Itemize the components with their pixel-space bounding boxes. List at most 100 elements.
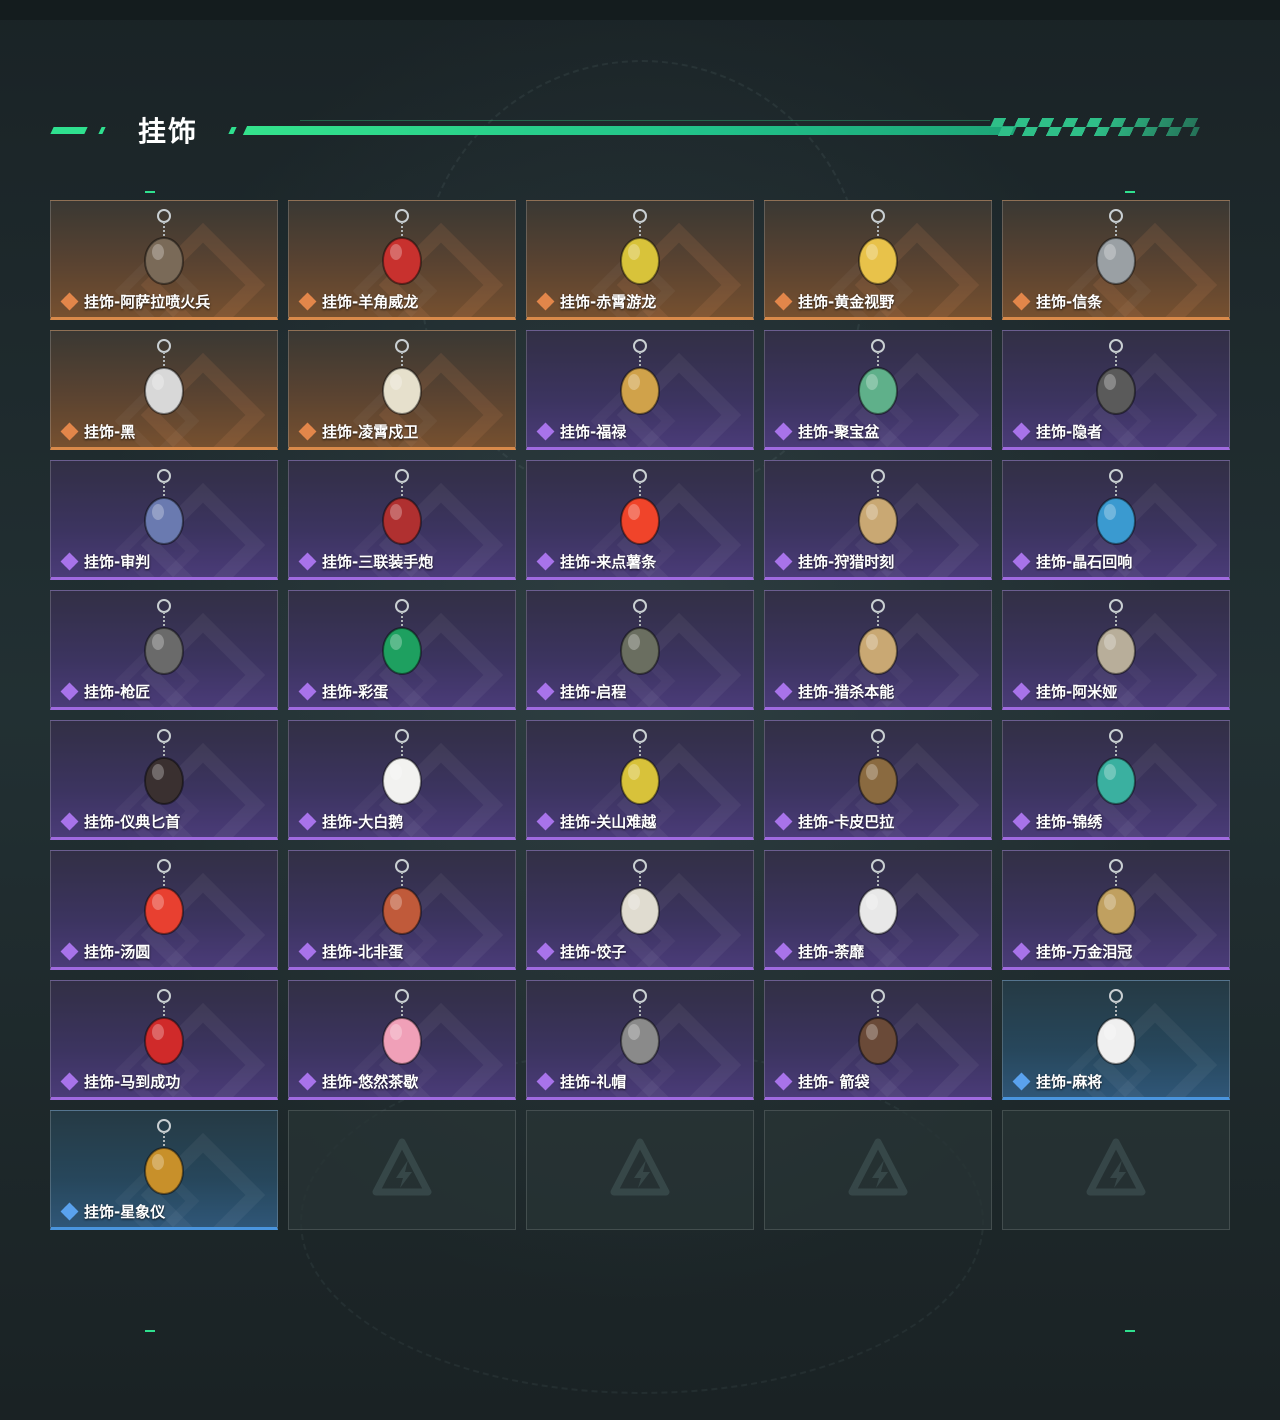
rarity-diamond-icon [536,292,555,311]
charm-card[interactable]: 挂饰-凌霄戍卫 [288,330,516,450]
charm-name: 挂饰- 箭袋 [798,1073,870,1091]
rarity-diamond-icon [774,682,793,701]
hat-charm-icon [620,989,660,1065]
charm-card[interactable]: 挂饰-麻将 [1002,980,1230,1100]
rarity-diamond-icon [60,422,79,441]
rarity-diamond-icon [536,682,555,701]
charm-card[interactable]: 挂饰-锦绣 [1002,720,1230,840]
rarity-diamond-icon [774,812,793,831]
charm-card[interactable]: 挂饰-万金泪冠 [1002,850,1230,970]
rarity-diamond-icon [298,1072,317,1091]
charm-card[interactable]: 挂饰-隐者 [1002,330,1230,450]
charm-card[interactable]: 挂饰-黄金视野 [764,200,992,320]
empty-slot [764,1110,992,1230]
charm-card[interactable]: 挂饰-北非蛋 [288,850,516,970]
charm-card[interactable]: 挂饰-彩蛋 [288,590,516,710]
charm-name: 挂饰-仪典匕首 [84,813,181,831]
tangyuan-charm-icon [144,859,184,935]
charm-card[interactable]: 挂饰-汤圆 [50,850,278,970]
rarity-diamond-icon [1012,682,1031,701]
charm-card[interactable]: 挂饰-来点薯条 [526,460,754,580]
crown-burger-charm-icon [1096,859,1136,935]
treasure-bowl-charm-icon [858,339,898,415]
charm-card[interactable]: 挂饰-枪匠 [50,590,278,710]
antler-charm-icon [858,469,898,545]
rarity-diamond-icon [298,812,317,831]
charm-card[interactable]: 挂饰-信条 [1002,200,1230,320]
charm-card[interactable]: 挂饰-羊角威龙 [288,200,516,320]
rarity-diamond-icon [60,292,79,311]
charm-card[interactable]: 挂饰-礼帽 [526,980,754,1100]
charm-card[interactable]: 挂饰-大白鹅 [288,720,516,840]
charm-name: 挂饰-大白鹅 [322,813,404,831]
rarity-diamond-icon [1012,292,1031,311]
charm-card[interactable]: 挂饰-卡皮巴拉 [764,720,992,840]
charm-card[interactable]: 挂饰-三联装手炮 [288,460,516,580]
charm-name: 挂饰-麻将 [1036,1073,1103,1091]
charm-card[interactable]: 挂饰-阿米娅 [1002,590,1230,710]
header-accent-bar [228,127,237,134]
capybara-charm-icon [858,729,898,805]
charm-name: 挂饰-北非蛋 [322,943,404,961]
charm-name: 挂饰-聚宝盆 [798,423,880,441]
logo-placeholder-icon [848,1138,908,1196]
charm-card[interactable]: 挂饰-星象仪 [50,1110,278,1230]
logo-placeholder-icon [1086,1138,1146,1196]
charm-name: 挂饰-福禄 [560,423,627,441]
empty-slot [1002,1110,1230,1230]
charm-card[interactable]: 挂饰-悠然茶歇 [288,980,516,1100]
charm-name: 挂饰-信条 [1036,293,1103,311]
charm-name: 挂饰-礼帽 [560,1073,627,1091]
corner-tick [1125,1330,1135,1332]
charm-name: 挂饰-彩蛋 [322,683,389,701]
silver-charm-icon [1096,209,1136,285]
header-accent-bar [98,127,106,134]
charm-card[interactable]: 挂饰-福禄 [526,330,754,450]
charm-card[interactable]: 挂饰-晶石回响 [1002,460,1230,580]
rarity-diamond-icon [536,812,555,831]
charm-grid: 挂饰-阿萨拉喷火兵 挂饰-羊角威龙 挂饰-赤霄游龙 挂饰-黄金视野 挂饰-信条 挂饰-黑挂… [50,200,1230,1230]
charm-name: 挂饰-审判 [84,553,151,571]
rabbit-ears-charm-icon [1096,599,1136,675]
charm-card[interactable]: 挂饰-饺子 [526,850,754,970]
charm-card[interactable]: 挂饰-仪典匕首 [50,720,278,840]
charm-card[interactable]: 挂饰-启程 [526,590,754,710]
charm-card[interactable]: 挂饰-关山难越 [526,720,754,840]
charm-card[interactable]: 挂饰-猎杀本能 [764,590,992,710]
green-egg-charm-icon [382,599,422,675]
rarity-diamond-icon [298,942,317,961]
cupcake-charm-icon [382,989,422,1065]
rarity-diamond-icon [60,552,79,571]
charm-name: 挂饰-晶石回响 [1036,553,1133,571]
charm-name: 挂饰-羊角威龙 [322,293,419,311]
charm-card[interactable]: 挂饰-审判 [50,460,278,580]
charm-card[interactable]: 挂饰-黑 [50,330,278,450]
empty-slot [526,1110,754,1230]
rarity-diamond-icon [298,682,317,701]
rarity-diamond-icon [774,292,793,311]
rarity-diamond-icon [60,1072,79,1091]
card-charm-icon [144,339,184,415]
charm-card[interactable]: 挂饰-马到成功 [50,980,278,1100]
antler-charm-icon [858,599,898,675]
charm-card[interactable]: 挂饰-荼靡 [764,850,992,970]
red-dragon-charm-icon [382,209,422,285]
header-accent-bar [50,127,88,134]
charm-card[interactable]: 挂饰-狩猎时刻 [764,460,992,580]
corner-tick [145,191,155,193]
logo-placeholder-icon [610,1138,670,1196]
charm-card[interactable]: 挂饰- 箭袋 [764,980,992,1100]
charm-card[interactable]: 挂饰-阿萨拉喷火兵 [50,200,278,320]
corner-tick [1125,191,1135,193]
quiver-charm-icon [858,989,898,1065]
rarity-diamond-icon [298,422,317,441]
charm-card[interactable]: 挂饰-聚宝盆 [764,330,992,450]
charm-card[interactable]: 挂饰-赤霄游龙 [526,200,754,320]
eagle-charm-icon [382,339,422,415]
yellow-dragon-charm-icon [620,209,660,285]
header-progress-bar [242,126,1018,135]
rarity-diamond-icon [536,552,555,571]
header-thin-line [300,120,990,121]
rarity-diamond-icon [1012,812,1031,831]
rarity-diamond-icon [298,292,317,311]
